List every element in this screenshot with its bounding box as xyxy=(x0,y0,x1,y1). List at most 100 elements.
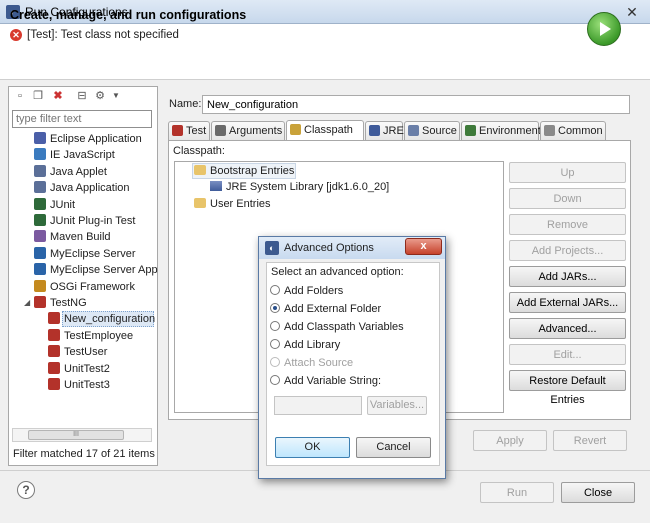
add-external-jars-button[interactable]: Add External JARs... xyxy=(509,292,626,313)
option-add-external-folder[interactable]: Add External Folder xyxy=(270,302,381,316)
option-label: Add Classpath Variables xyxy=(284,321,404,333)
scrollbar-thumb[interactable]: III xyxy=(28,430,124,440)
duplicate-icon[interactable]: ❐ xyxy=(30,88,46,104)
option-add-library[interactable]: Add Library xyxy=(270,338,340,352)
user-entries-item[interactable]: User Entries xyxy=(194,196,271,212)
help-icon[interactable]: ? xyxy=(17,481,35,499)
expand-twisty-icon[interactable]: ◢ xyxy=(24,298,30,307)
tree-item-osgi-framework[interactable]: OSGi Framework xyxy=(34,279,135,295)
tree-item-label: New_configuration xyxy=(64,313,156,325)
config-type-icon xyxy=(48,378,60,390)
tree-item-testuser[interactable]: TestUser xyxy=(48,344,107,360)
remove-button[interactable]: Remove xyxy=(509,214,626,235)
run-button[interactable]: Run xyxy=(480,482,554,503)
tree-item-java-application[interactable]: Java Application xyxy=(34,180,130,196)
jre-library-label: JRE System Library [jdk1.6.0_20] xyxy=(226,181,390,193)
tab-arguments[interactable]: Arguments xyxy=(211,121,285,140)
add-jars-button[interactable]: Add JARs... xyxy=(509,266,626,287)
advanced-button[interactable]: Advanced... xyxy=(509,318,626,339)
tab-test[interactable]: Test xyxy=(168,121,210,140)
radio-button[interactable] xyxy=(270,321,280,331)
radio-button[interactable] xyxy=(270,357,280,367)
new-config-icon[interactable]: ▫ xyxy=(12,88,28,104)
tree-item-label: Java Application xyxy=(50,182,130,194)
delete-icon[interactable]: ✖ xyxy=(50,88,66,104)
radio-button[interactable] xyxy=(270,303,280,313)
close-button[interactable]: Close xyxy=(561,482,635,503)
tab-jre[interactable]: JRE xyxy=(365,121,404,140)
window-close-button[interactable]: ✕ xyxy=(620,3,644,21)
tab-common[interactable]: Common xyxy=(540,121,606,140)
dialog-app-icon: ◐ xyxy=(265,241,279,255)
config-type-icon xyxy=(48,312,60,324)
tree-item-label: Eclipse Application xyxy=(50,133,142,145)
filter-status: Filter matched 17 of 21 items xyxy=(13,448,155,460)
down-button[interactable]: Down xyxy=(509,188,626,209)
up-button[interactable]: Up xyxy=(509,162,626,183)
tree-item-junit-plug-in-test[interactable]: JUnit Plug-in Test xyxy=(34,213,135,229)
option-add-folders[interactable]: Add Folders xyxy=(270,284,343,298)
tree-item-testng[interactable]: TestNG xyxy=(34,295,87,311)
restore-defaults-button[interactable]: Restore Default Entries xyxy=(509,370,626,406)
add-projects-button[interactable]: Add Projects... xyxy=(509,240,626,261)
classpath-label: Classpath: xyxy=(173,145,225,157)
tree-item-label: MyEclipse Server xyxy=(50,248,136,260)
tree-item-label: IE JavaScript xyxy=(50,149,115,161)
cancel-button[interactable]: Cancel xyxy=(356,437,431,458)
radio-button[interactable] xyxy=(270,285,280,295)
name-input[interactable] xyxy=(202,95,630,114)
header-title: Create, manage, and run configurations xyxy=(10,8,247,22)
tree-item-java-applet[interactable]: Java Applet xyxy=(34,164,107,180)
tree-item-eclipse-application[interactable]: Eclipse Application xyxy=(34,131,142,147)
tree-item-ie-javascript[interactable]: IE JavaScript xyxy=(34,147,115,163)
tab-label: Source xyxy=(422,125,457,137)
filter-icon[interactable]: ⚙ xyxy=(92,88,108,104)
tab-source[interactable]: Source xyxy=(404,121,460,140)
option-add-classpath-variables[interactable]: Add Classpath Variables xyxy=(270,320,404,334)
tree-item-label: MyEclipse Server App xyxy=(50,264,158,276)
tree-item-unittest3[interactable]: UnitTest3 xyxy=(48,377,110,393)
option-add-variable-string[interactable]: Add Variable String: xyxy=(270,374,381,388)
option-attach-source[interactable]: Attach Source xyxy=(270,356,353,370)
ok-button[interactable]: OK xyxy=(275,437,350,458)
jre-library-item[interactable]: JRE System Library [jdk1.6.0_20] xyxy=(210,179,389,195)
variables-button[interactable]: Variables... xyxy=(367,396,427,415)
radio-button[interactable] xyxy=(270,339,280,349)
test-tab-icon xyxy=(172,125,183,136)
tab-label: Test xyxy=(186,125,207,137)
common-tab-icon xyxy=(544,125,555,136)
bootstrap-entries-item[interactable]: Bootstrap Entries xyxy=(194,163,294,179)
tree-item-label: UnitTest2 xyxy=(64,363,110,375)
radio-button[interactable] xyxy=(270,375,280,385)
tree-item-myeclipse-server[interactable]: MyEclipse Server xyxy=(34,246,136,262)
revert-button[interactable]: Revert xyxy=(553,430,627,451)
environment-tab-icon xyxy=(465,125,476,136)
tree-item-label: JUnit Plug-in Test xyxy=(50,215,136,227)
view-menu-icon[interactable]: ▼ xyxy=(108,88,124,104)
tab-classpath[interactable]: Classpath xyxy=(286,120,364,141)
tree-item-label: TestNG xyxy=(50,297,87,309)
tree-item-new-configuration[interactable]: New_configuration xyxy=(48,311,155,327)
tab-label: JRE xyxy=(383,125,404,137)
dialog-close-button[interactable]: x xyxy=(405,238,442,255)
tree-item-label: TestUser xyxy=(64,346,108,358)
library-icon xyxy=(210,181,222,191)
tree-item-maven-build[interactable]: Maven Build xyxy=(34,229,111,245)
tree-item-junit[interactable]: JUnit xyxy=(34,197,75,213)
edit-button[interactable]: Edit... xyxy=(509,344,626,365)
config-type-icon xyxy=(34,165,46,177)
option-label: Attach Source xyxy=(284,357,354,369)
apply-button[interactable]: Apply xyxy=(473,430,547,451)
collapse-all-icon[interactable]: ⊟ xyxy=(74,88,90,104)
source-tab-icon xyxy=(408,125,419,136)
tab-environment[interactable]: Environment xyxy=(461,121,541,140)
config-type-icon xyxy=(34,148,46,160)
variable-string-input[interactable] xyxy=(274,396,362,415)
filter-input[interactable] xyxy=(12,110,152,128)
tree-item-testemployee[interactable]: TestEmployee xyxy=(48,328,133,344)
jre-tab-icon xyxy=(369,125,380,136)
tree-item-unittest2[interactable]: UnitTest2 xyxy=(48,361,110,377)
config-type-icon xyxy=(48,362,60,374)
tree-item-myeclipse-server-app[interactable]: MyEclipse Server App xyxy=(34,262,158,278)
tab-label: Common xyxy=(558,125,603,137)
